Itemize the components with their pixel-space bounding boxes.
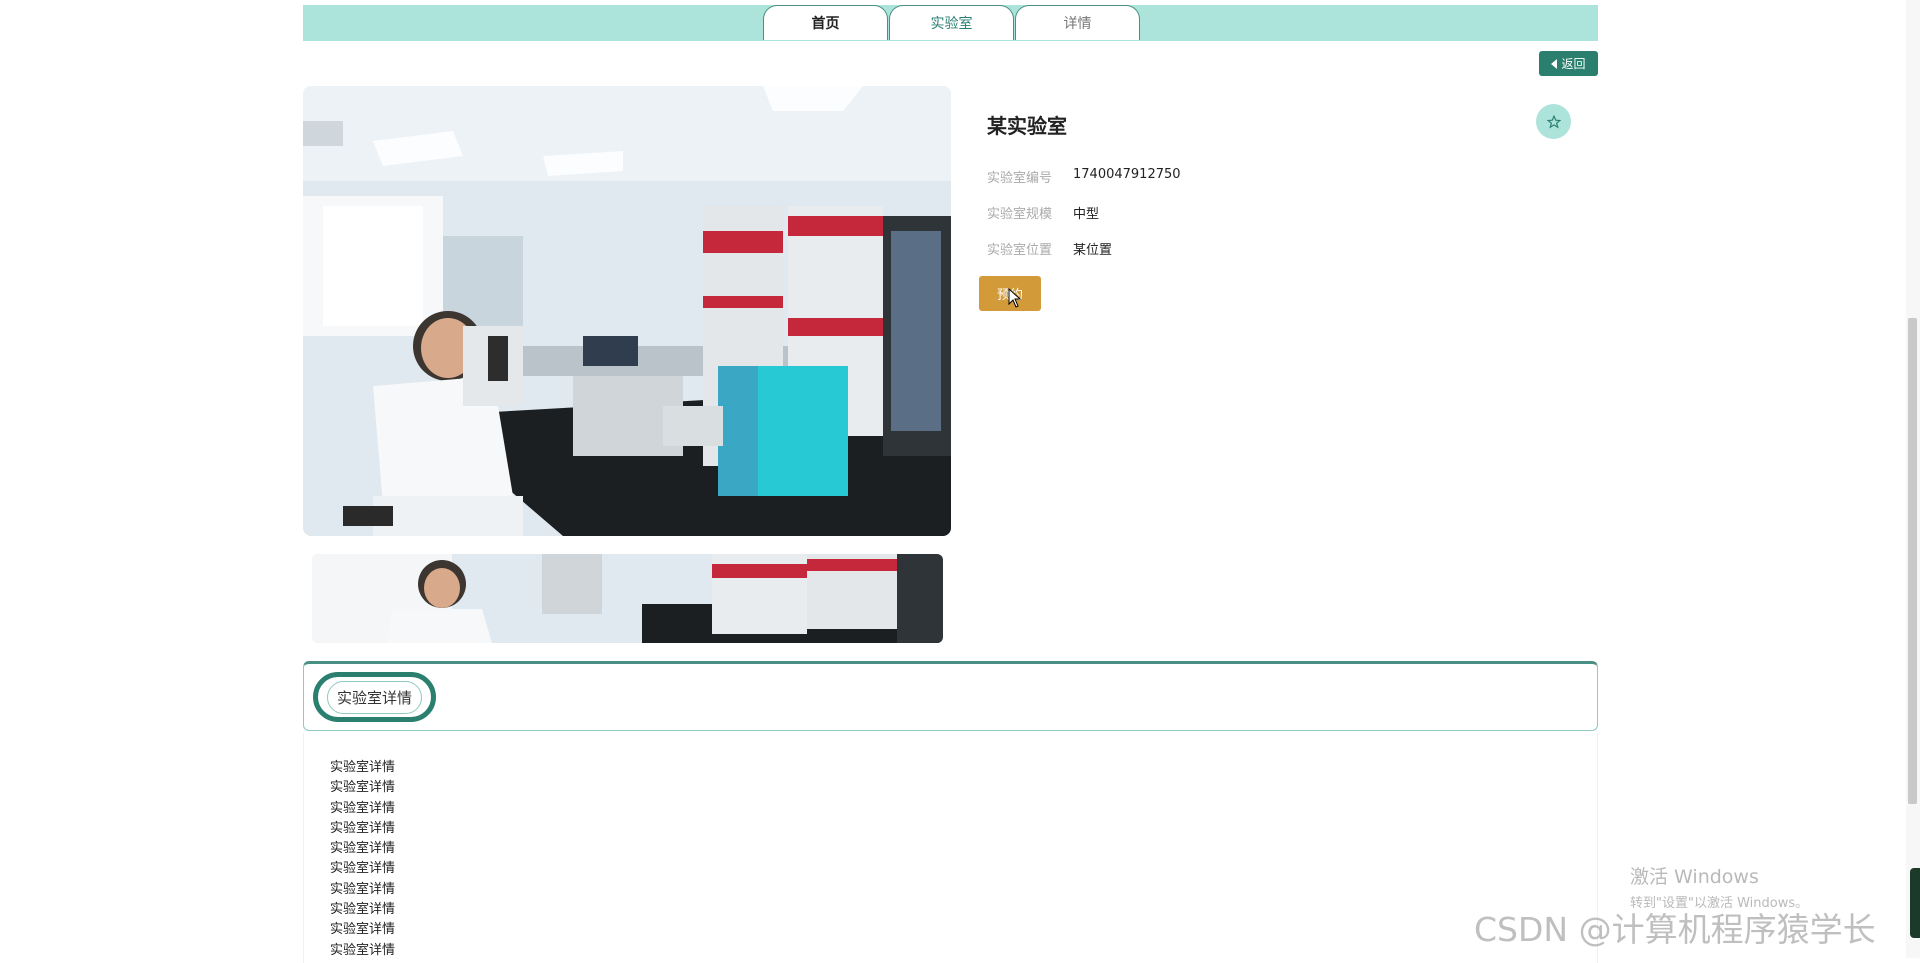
favorite-button[interactable] [1536, 104, 1571, 139]
lab-main-image [303, 86, 951, 536]
lab-title: 某实验室 [987, 114, 1067, 138]
mouse-cursor-icon [1008, 288, 1022, 308]
star-outline-icon [1546, 114, 1561, 129]
side-widget-tab[interactable] [1910, 868, 1920, 938]
detail-line: 实验室详情 [330, 902, 396, 918]
back-button[interactable]: 返回 [1539, 51, 1598, 76]
field-value: 中型 [1073, 207, 1100, 222]
detail-line: 实验室详情 [330, 881, 396, 897]
field-value: 1740047912750 [1073, 167, 1181, 182]
nav-tabs: 首页 实验室 详情 [763, 5, 1141, 41]
detail-content-panel [303, 733, 1598, 963]
page-scrollbar-thumb[interactable] [1908, 318, 1917, 804]
field-label: 实验室位置 [987, 243, 1053, 258]
tab-labs[interactable]: 实验室 [889, 5, 1014, 40]
field-label: 实验室编号 [987, 171, 1053, 186]
detail-line: 实验室详情 [330, 800, 396, 816]
field-lab-location: 实验室位置 某位置 [987, 239, 1112, 258]
detail-tab-bar [303, 661, 1598, 731]
detail-line: 实验室详情 [330, 820, 396, 836]
tab-detail[interactable]: 详情 [1015, 5, 1140, 40]
activation-title: 激活 Windows [1630, 866, 1759, 888]
tab-home[interactable]: 首页 [763, 5, 888, 40]
field-value: 某位置 [1073, 243, 1113, 258]
image-thumbnail[interactable] [312, 554, 943, 643]
csdn-watermark: CSDN @计算机程序猿学长 [1474, 910, 1876, 949]
detail-line: 实验室详情 [330, 861, 396, 877]
detail-line: 实验室详情 [330, 780, 396, 796]
detail-line: 实验室详情 [330, 760, 396, 775]
field-lab-scale: 实验室规模 中型 [987, 203, 1099, 222]
tab-lab-detail[interactable]: 实验室详情 [313, 672, 436, 722]
field-label: 实验室规模 [987, 207, 1053, 222]
caret-left-icon [1551, 58, 1558, 69]
detail-line: 实验室详情 [330, 922, 396, 938]
detail-content: 实验室详情 实验室详情 实验室详情 实验室详情 实验室详情 实验室详情 实验室详… [330, 758, 395, 961]
detail-line: 实验室详情 [330, 841, 396, 857]
back-button-label: 返回 [1561, 57, 1586, 71]
field-lab-number: 实验室编号 1740047912750 [987, 167, 1181, 186]
tab-lab-detail-label: 实验室详情 [326, 680, 422, 714]
